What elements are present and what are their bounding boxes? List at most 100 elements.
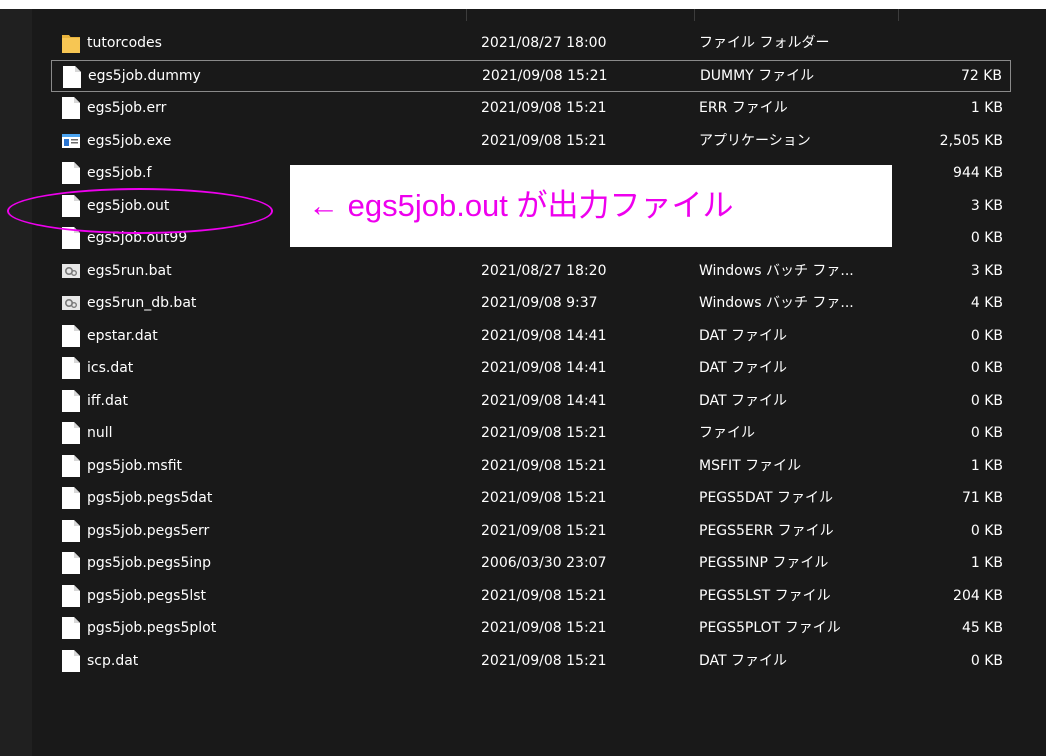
file-date-modified: 2021/09/08 14:41 <box>481 360 607 376</box>
file-row[interactable]: scp.dat 2021/09/08 15:21 DAT ファイル 0 KB <box>51 645 1011 678</box>
file-icon <box>59 450 83 482</box>
file-size: 0 KB <box>970 522 1003 539</box>
file-icon <box>59 515 83 547</box>
file-size: 0 KB <box>970 652 1003 669</box>
file-size: 2,505 KB <box>939 132 1003 149</box>
file-type: PEGS5PLOT ファイル <box>699 620 841 636</box>
file-row[interactable]: egs5job.err 2021/09/08 15:21 ERR ファイル 1 KB <box>51 92 1011 125</box>
file-type: Windows バッチ ファ... <box>699 262 854 279</box>
file-name: pgs5job.msfit <box>87 457 183 474</box>
file-date-modified: 2021/09/08 15:21 <box>481 652 607 669</box>
file-icon <box>59 580 83 612</box>
file-date-modified: 2021/08/27 18:00 <box>481 35 607 51</box>
file-name: pgs5job.pegs5plot <box>87 620 217 636</box>
file-size: 71 KB <box>961 490 1003 506</box>
file-date-modified: 2021/09/08 15:21 <box>481 490 607 506</box>
file-date-modified: 2021/09/08 14:41 <box>481 327 607 344</box>
highlight-ellipse <box>7 188 273 234</box>
file-icon <box>59 157 83 189</box>
column-divider-size[interactable] <box>898 9 899 21</box>
file-row[interactable]: egs5job.exe 2021/09/08 15:21 アプリケーション 2,505… <box>51 125 1011 158</box>
file-row[interactable]: egs5run_db.bat 2021/09/08 9:37 Windows バッチ… <box>51 287 1011 320</box>
file-icon <box>59 482 83 514</box>
file-date-modified: 2021/09/08 14:41 <box>481 392 607 409</box>
file-name: egs5job.f <box>87 165 152 181</box>
file-name: pgs5job.pegs5lst <box>87 587 207 604</box>
file-type: DAT ファイル <box>699 652 788 669</box>
file-date-modified: 2021/09/08 15:21 <box>481 425 607 441</box>
folder-icon <box>59 27 83 59</box>
file-size: 0 KB <box>970 327 1003 344</box>
file-name: pgs5job.pegs5inp <box>87 555 212 571</box>
file-name: egs5job.err <box>87 100 167 116</box>
file-size: 0 KB <box>970 392 1003 409</box>
file-row[interactable]: pgs5job.msfit 2021/09/08 15:21 MSFIT ファイル 1… <box>51 450 1011 483</box>
file-icon <box>59 385 83 417</box>
window-top-edge <box>0 0 1046 9</box>
file-date-modified: 2021/09/08 15:21 <box>482 67 608 84</box>
file-row[interactable]: epstar.dat 2021/09/08 14:41 DAT ファイル 0 KB <box>51 320 1011 353</box>
file-size: 944 KB <box>953 165 1003 181</box>
file-size: 0 KB <box>970 230 1003 246</box>
file-type: PEGS5DAT ファイル <box>699 490 833 506</box>
file-row[interactable]: pgs5job.pegs5dat 2021/09/08 15:21 PEGS5DAT… <box>51 482 1011 515</box>
file-size: 3 KB <box>970 262 1003 279</box>
file-size: 45 KB <box>961 620 1003 636</box>
file-icon <box>59 92 83 124</box>
file-name: scp.dat <box>87 652 139 669</box>
file-name: tutorcodes <box>87 35 162 51</box>
file-type: PEGS5INP ファイル <box>699 555 829 571</box>
annotation-callout: ← egs5job.out が出力ファイル <box>290 165 892 247</box>
file-row[interactable]: iff.dat 2021/09/08 14:41 DAT ファイル 0 KB <box>51 385 1011 418</box>
file-type: ERR ファイル <box>699 100 788 116</box>
file-date-modified: 2021/09/08 15:21 <box>481 100 607 116</box>
file-row[interactable]: egs5run.bat 2021/08/27 18:20 Windows バッチ フ… <box>51 255 1011 288</box>
file-type: MSFIT ファイル <box>699 457 802 474</box>
file-size: 3 KB <box>970 197 1003 214</box>
file-icon <box>59 320 83 352</box>
file-row[interactable]: tutorcodes 2021/08/27 18:00 ファイル フォルダー <box>51 27 1011 60</box>
column-divider-type[interactable] <box>694 9 695 21</box>
file-name: egs5job.dummy <box>88 67 201 84</box>
batch-file-icon <box>59 287 83 319</box>
file-type: アプリケーション <box>699 132 811 149</box>
file-icon <box>59 417 83 449</box>
file-type: ファイル フォルダー <box>699 35 830 51</box>
file-row[interactable]: pgs5job.pegs5plot 2021/09/08 15:21 PEGS5PL… <box>51 612 1011 645</box>
file-icon <box>59 612 83 644</box>
file-type: Windows バッチ ファ... <box>699 295 854 311</box>
file-size: 1 KB <box>970 100 1003 116</box>
file-row[interactable]: pgs5job.pegs5err 2021/09/08 15:21 PEGS5ERR… <box>51 515 1011 548</box>
file-row[interactable]: ics.dat 2021/09/08 14:41 DAT ファイル 0 KB <box>51 352 1011 385</box>
file-row[interactable]: egs5job.dummy 2021/09/08 15:21 DUMMY ファイル 7… <box>51 59 1011 92</box>
file-name: egs5run.bat <box>87 262 172 279</box>
application-icon <box>59 125 83 157</box>
file-type: DAT ファイル <box>699 327 788 344</box>
file-row[interactable]: pgs5job.pegs5inp 2006/03/30 23:07 PEGS5INP… <box>51 547 1011 580</box>
file-icon <box>59 352 83 384</box>
file-row[interactable]: pgs5job.pegs5lst 2021/09/08 15:21 PEGS5LST… <box>51 580 1011 613</box>
file-date-modified: 2021/09/08 15:21 <box>481 457 607 474</box>
file-date-modified: 2021/09/08 15:21 <box>481 587 607 604</box>
file-type: DAT ファイル <box>699 360 788 376</box>
file-date-modified: 2021/09/08 9:37 <box>481 295 598 311</box>
file-type: PEGS5LST ファイル <box>699 587 831 604</box>
file-list: tutorcodes 2021/08/27 18:00 ファイル フォルダー egs5… <box>51 27 1011 677</box>
column-divider-date[interactable] <box>466 9 467 21</box>
navigation-pane-edge <box>0 9 32 756</box>
file-date-modified: 2021/09/08 15:21 <box>481 620 607 636</box>
file-row[interactable]: null 2021/09/08 15:21 ファイル 0 KB <box>51 417 1011 450</box>
batch-file-icon <box>59 255 83 287</box>
file-size: 72 KB <box>960 67 1002 84</box>
file-size: 1 KB <box>970 555 1003 571</box>
file-type: DAT ファイル <box>699 392 788 409</box>
file-name: iff.dat <box>87 392 128 409</box>
file-date-modified: 2021/09/08 15:21 <box>481 522 607 539</box>
file-icon <box>59 547 83 579</box>
file-type: PEGS5ERR ファイル <box>699 522 834 539</box>
file-name: egs5job.exe <box>87 132 172 149</box>
file-type: DUMMY ファイル <box>700 67 815 84</box>
file-name: egs5run_db.bat <box>87 295 197 311</box>
file-size: 1 KB <box>970 457 1003 474</box>
file-size: 0 KB <box>970 425 1003 441</box>
